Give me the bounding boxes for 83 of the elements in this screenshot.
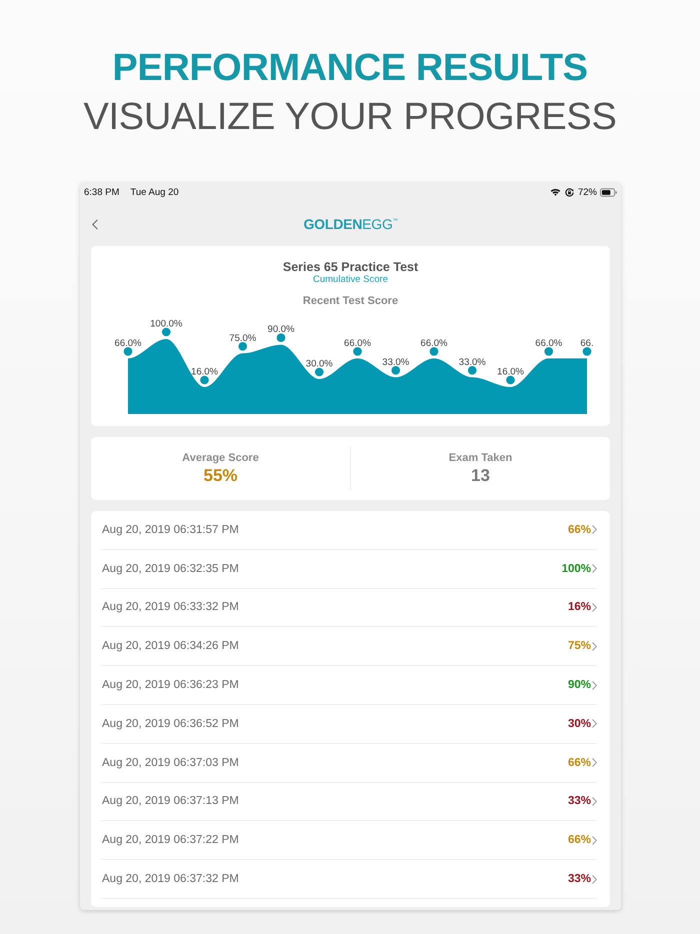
data-label: 16.0% — [497, 366, 524, 378]
battery-icon — [600, 188, 617, 196]
stat-label: Exam Taken — [448, 451, 512, 465]
result-score: 66% — [568, 756, 591, 769]
data-label: 16.0% — [191, 366, 218, 378]
result-row[interactable]: Aug 20, 2019 06:36:52 PM 30% — [101, 704, 597, 744]
chevron-right-icon — [592, 836, 597, 845]
result-date: Aug 20, 2019 06:31:57 PM — [102, 524, 240, 536]
result-row[interactable]: Aug 20, 2019 06:37:13 PM 33% — [101, 782, 597, 822]
result-row[interactable]: Aug 20, 2019 06:31:57 PM 66% — [101, 511, 597, 550]
result-score: 33% — [568, 873, 591, 886]
chevron-right-icon — [592, 642, 597, 651]
data-point — [468, 366, 477, 375]
result-row[interactable]: Aug 20, 2019 06:37:03 PM 66% — [101, 744, 597, 783]
page-title: PERFORMANCE RESULTS — [111, 46, 589, 91]
chart-subtitle: Cumulative Score — [313, 274, 388, 286]
page-subtitle: VISUALIZE YOUR PROGRESS — [82, 95, 618, 140]
data-label: 66. — [580, 338, 594, 349]
result-score: 33% — [568, 795, 591, 808]
result-date: Aug 20, 2019 06:37:32 PM — [102, 873, 240, 886]
data-point — [314, 368, 324, 376]
result-score: 66% — [568, 524, 591, 536]
chevron-right-icon — [592, 796, 597, 806]
chevron-right-icon — [592, 874, 597, 884]
result-date: Aug 20, 2019 06:36:52 PM — [102, 718, 240, 730]
result-row[interactable]: Aug 20, 2019 06:37:32 PM 33% — [101, 860, 597, 899]
data-label: 66.0% — [114, 338, 142, 349]
brand-logo: GOLDENEGG$^{™}$ — [303, 216, 398, 232]
result-date: Aug 20, 2019 06:32:35 PM — [102, 562, 240, 575]
data-point — [391, 366, 400, 375]
result-score: 66% — [568, 834, 591, 846]
battery-percent: 72% — [578, 186, 597, 198]
back-icon[interactable] — [92, 219, 98, 230]
data-label: 75.0% — [229, 332, 256, 344]
result-score: 100% — [562, 562, 591, 575]
data-label: 33.0% — [458, 356, 486, 368]
data-label: 30.0% — [306, 358, 333, 370]
result-row[interactable]: Aug 20, 2019 06:36:23 PM 90% — [101, 666, 597, 705]
data-label: 90.0% — [268, 324, 294, 336]
chevron-right-icon — [592, 680, 597, 690]
stat-value: 55% — [203, 466, 238, 486]
result-row[interactable]: Aug 20, 2019 06:32:35 PM 100% — [101, 550, 597, 589]
data-point — [124, 347, 132, 356]
data-point — [430, 347, 438, 356]
result-date: Aug 20, 2019 06:34:26 PM — [102, 640, 240, 652]
stat-value: 13 — [471, 466, 490, 486]
data-label: 66.0% — [420, 338, 448, 349]
result-date: Aug 20, 2019 06:36:23 PM — [102, 679, 240, 692]
chevron-right-icon — [592, 525, 597, 534]
chevron-right-icon — [592, 758, 597, 768]
data-point — [200, 376, 209, 384]
stat-label: Average Score — [182, 451, 259, 465]
data-point — [238, 342, 248, 351]
data-label: 66.0% — [535, 338, 562, 349]
data-point — [582, 347, 592, 356]
result-score: 90% — [568, 679, 591, 692]
result-date: Aug 20, 2019 06:37:22 PM — [102, 834, 240, 846]
result-date: Aug 20, 2019 06:37:13 PM — [102, 795, 240, 808]
data-label: 66.0% — [344, 338, 371, 349]
result-date: Aug 20, 2019 06:37:03 PM — [102, 756, 240, 769]
rotation-lock-icon — [564, 188, 574, 196]
result-score: 75% — [568, 640, 591, 652]
chevron-right-icon — [592, 602, 597, 612]
data-point — [506, 376, 515, 384]
result-score: 16% — [568, 601, 591, 614]
chevron-right-icon — [592, 719, 597, 728]
result-row[interactable]: Aug 20, 2019 06:33:32 PM 16% — [101, 588, 597, 628]
data-point — [544, 347, 554, 356]
wifi-icon — [550, 188, 561, 196]
data-point — [162, 328, 171, 336]
result-score: 30% — [568, 718, 591, 730]
data-label: 33.0% — [382, 356, 410, 368]
result-row[interactable]: Aug 20, 2019 06:34:26 PM 75% — [101, 627, 597, 666]
chevron-right-icon — [592, 564, 597, 574]
status-date: Tue Aug 20 — [130, 186, 179, 198]
data-point — [353, 347, 362, 356]
test-title: Series 65 Practice Test — [282, 259, 418, 275]
chart-title: Recent Test Score — [302, 294, 398, 308]
result-row[interactable]: Aug 20, 2019 06:37:22 PM 66% — [101, 821, 597, 860]
data-label: 100.0% — [150, 318, 182, 330]
status-time: 6:38 PM — [84, 186, 120, 198]
data-point — [276, 333, 286, 342]
result-date: Aug 20, 2019 06:33:32 PM — [102, 601, 240, 614]
